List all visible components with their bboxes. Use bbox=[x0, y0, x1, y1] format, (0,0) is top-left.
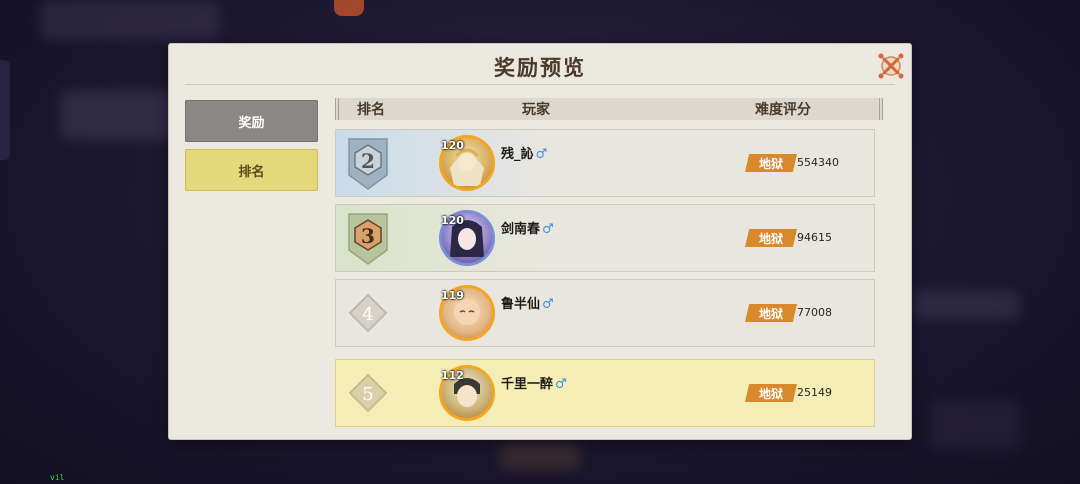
header-rank: 排名 bbox=[357, 102, 385, 118]
rank-number: 2 bbox=[361, 149, 375, 173]
difficulty-tag: 地狱 bbox=[745, 304, 797, 322]
score-value: 94615 bbox=[797, 231, 832, 244]
background-scene bbox=[0, 60, 10, 160]
player-level: 120 bbox=[441, 214, 464, 227]
background-scene bbox=[500, 440, 580, 470]
background-scene bbox=[930, 400, 1020, 450]
difficulty-tag: 地狱 bbox=[745, 154, 797, 172]
difficulty-tag: 地狱 bbox=[745, 384, 797, 402]
tab-ranking-label: 排名 bbox=[238, 164, 265, 180]
tab-reward[interactable]: 奖励 bbox=[185, 100, 318, 142]
tab-ranking[interactable]: 排名 bbox=[185, 149, 318, 191]
player-name: 剑南春 bbox=[501, 222, 541, 237]
score-value: 554340 bbox=[797, 156, 839, 169]
player-name: 残_訫 bbox=[501, 147, 534, 162]
table-row[interactable]: 2 120 残_訫 ♂ 地狱 554340 bbox=[335, 129, 875, 197]
difficulty-tag: 地狱 bbox=[745, 229, 797, 247]
title-divider bbox=[185, 84, 895, 85]
player-name-row: 剑南春 ♂ bbox=[501, 218, 554, 237]
male-icon: ♂ bbox=[555, 377, 567, 392]
table-row[interactable]: 5 112 千里一醉 ♂ 地狱 25149 bbox=[335, 359, 875, 427]
header-score: 难度评分 bbox=[755, 102, 811, 118]
table-header: 排名 玩家 难度评分 bbox=[335, 98, 883, 120]
tab-reward-label: 奖励 bbox=[238, 115, 265, 131]
rank-number: 3 bbox=[361, 224, 375, 248]
player-level: 112 bbox=[441, 369, 464, 382]
male-icon: ♂ bbox=[535, 147, 548, 162]
close-icon bbox=[878, 53, 904, 79]
header-player: 玩家 bbox=[522, 102, 550, 118]
table-row[interactable]: 3 120 剑南春 ♂ 地狱 94615 bbox=[335, 204, 875, 272]
score-value: 25149 bbox=[797, 386, 832, 399]
player-name-row: 千里一醉 ♂ bbox=[501, 373, 567, 392]
close-button[interactable] bbox=[877, 52, 905, 80]
signal-icon: vil bbox=[50, 473, 65, 482]
player-name: 鲁半仙 bbox=[501, 297, 541, 312]
rank-badge-silver-icon: 2 bbox=[348, 138, 388, 190]
player-name-row: 鲁半仙 ♂ bbox=[501, 293, 554, 312]
background-icon bbox=[334, 0, 364, 16]
player-level: 120 bbox=[441, 139, 464, 152]
score-value: 77008 bbox=[797, 306, 832, 319]
player-name-row: 残_訫 ♂ bbox=[501, 143, 547, 162]
rank-badge-diamond-icon: 5 bbox=[348, 373, 388, 413]
dialog-title: 奖励预览 bbox=[494, 55, 586, 80]
table-row[interactable]: 4 119 鲁半仙 ♂ 地狱 77008 bbox=[335, 279, 875, 347]
player-name: 千里一醉 bbox=[501, 377, 554, 392]
player-level: 119 bbox=[441, 289, 464, 302]
rank-badge-bronze-icon: 3 bbox=[348, 213, 388, 265]
rank-number: 5 bbox=[362, 384, 373, 405]
rank-number: 4 bbox=[362, 304, 373, 325]
male-icon: ♂ bbox=[542, 297, 554, 312]
background-scene bbox=[40, 0, 220, 40]
reward-preview-dialog: 奖励预览 奖励 排名 排名 玩家 难度评分 2 120 残_訫 ♂ 地狱 554… bbox=[169, 44, 911, 439]
male-icon: ♂ bbox=[542, 222, 554, 237]
background-scene bbox=[910, 290, 1020, 320]
rank-badge-diamond-icon: 4 bbox=[348, 293, 388, 333]
